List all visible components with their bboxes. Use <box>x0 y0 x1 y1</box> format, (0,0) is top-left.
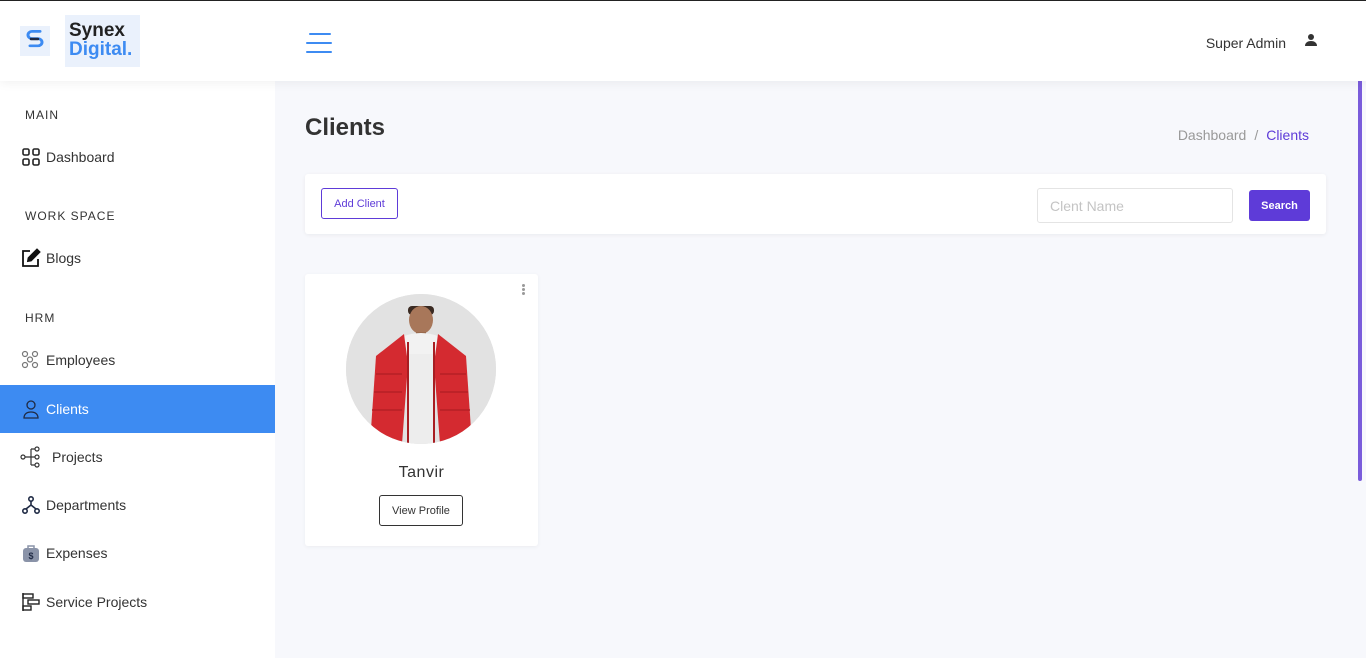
brand-line1: Synex <box>69 20 125 41</box>
brand-line2: Digital. <box>69 39 133 60</box>
sidebar-item-label: Departments <box>46 497 127 513</box>
more-options-icon[interactable] <box>520 284 526 298</box>
client-toolbar: Add Client Search <box>305 174 1326 234</box>
page-title: Clients <box>305 114 386 141</box>
sidebar-item-departments[interactable]: Departments <box>0 481 275 529</box>
people-icon <box>20 349 42 371</box>
sidebar-section-hrm: HRM <box>25 311 56 325</box>
sidebar-item-label: Clients <box>46 401 89 417</box>
user-icon <box>20 398 42 420</box>
view-profile-button[interactable]: View Profile <box>379 495 463 526</box>
sidebar-section-main: MAIN <box>25 108 59 122</box>
menu-toggle-button[interactable] <box>306 31 334 55</box>
edit-icon <box>20 247 42 269</box>
sidebar-item-label: Dashboard <box>46 149 115 165</box>
breadcrumb-dashboard-link[interactable]: Dashboard <box>1178 127 1247 143</box>
sidebar-item-label: Employees <box>46 352 116 368</box>
sidebar-item-service-projects[interactable]: Service Projects <box>0 578 275 626</box>
sidebar-item-expenses[interactable]: $ Expenses <box>0 529 275 577</box>
sidebar-item-label: Blogs <box>46 250 82 266</box>
money-bag-icon: $ <box>20 542 42 564</box>
sidebar-item-projects[interactable]: Projects <box>0 433 275 481</box>
user-name: Super Admin <box>1205 34 1286 51</box>
gantt-icon <box>20 591 42 613</box>
breadcrumb-separator: / <box>1254 127 1259 143</box>
sidebar-item-label: Service Projects <box>46 594 148 610</box>
client-name: Tanvir <box>398 464 445 481</box>
user-icon <box>1304 33 1318 52</box>
tree-icon <box>20 446 42 468</box>
sidebar-item-label: Expenses <box>46 545 108 561</box>
hamburger-line <box>306 42 332 44</box>
hamburger-line <box>306 51 332 53</box>
top-header: Synex Digital. Super Admin <box>0 1 1366 81</box>
sidebar-item-employees[interactable]: Employees <box>0 336 275 384</box>
svg-text:$: $ <box>28 551 33 561</box>
sidebar: MAIN Dashboard WORK SPACE Blogs HRM Empl… <box>0 81 275 658</box>
user-menu[interactable]: Super Admin <box>1206 33 1318 52</box>
logo-s-icon <box>20 26 50 56</box>
brand-name: Synex Digital. <box>65 15 140 67</box>
sidebar-item-label: Projects <box>52 449 103 465</box>
search-button[interactable]: Search <box>1249 190 1310 221</box>
grid-icon <box>20 146 42 168</box>
window-top-border <box>0 0 1366 1</box>
client-avatar <box>346 294 496 444</box>
client-name-search-input[interactable] <box>1037 188 1233 223</box>
add-client-button[interactable]: Add Client <box>321 188 398 219</box>
sidebar-item-dashboard[interactable]: Dashboard <box>0 133 275 181</box>
client-card: Tanvir View Profile <box>305 274 538 546</box>
hamburger-line <box>309 33 331 35</box>
brand-logo[interactable]: Synex Digital. <box>20 15 140 67</box>
hierarchy-icon <box>20 494 42 516</box>
sidebar-item-clients[interactable]: Clients <box>0 385 275 433</box>
sidebar-item-blogs[interactable]: Blogs <box>0 234 275 282</box>
sidebar-section-workspace: WORK SPACE <box>25 209 116 223</box>
breadcrumb: Dashboard / Clients <box>1178 127 1309 143</box>
breadcrumb-current: Clients <box>1266 127 1309 143</box>
